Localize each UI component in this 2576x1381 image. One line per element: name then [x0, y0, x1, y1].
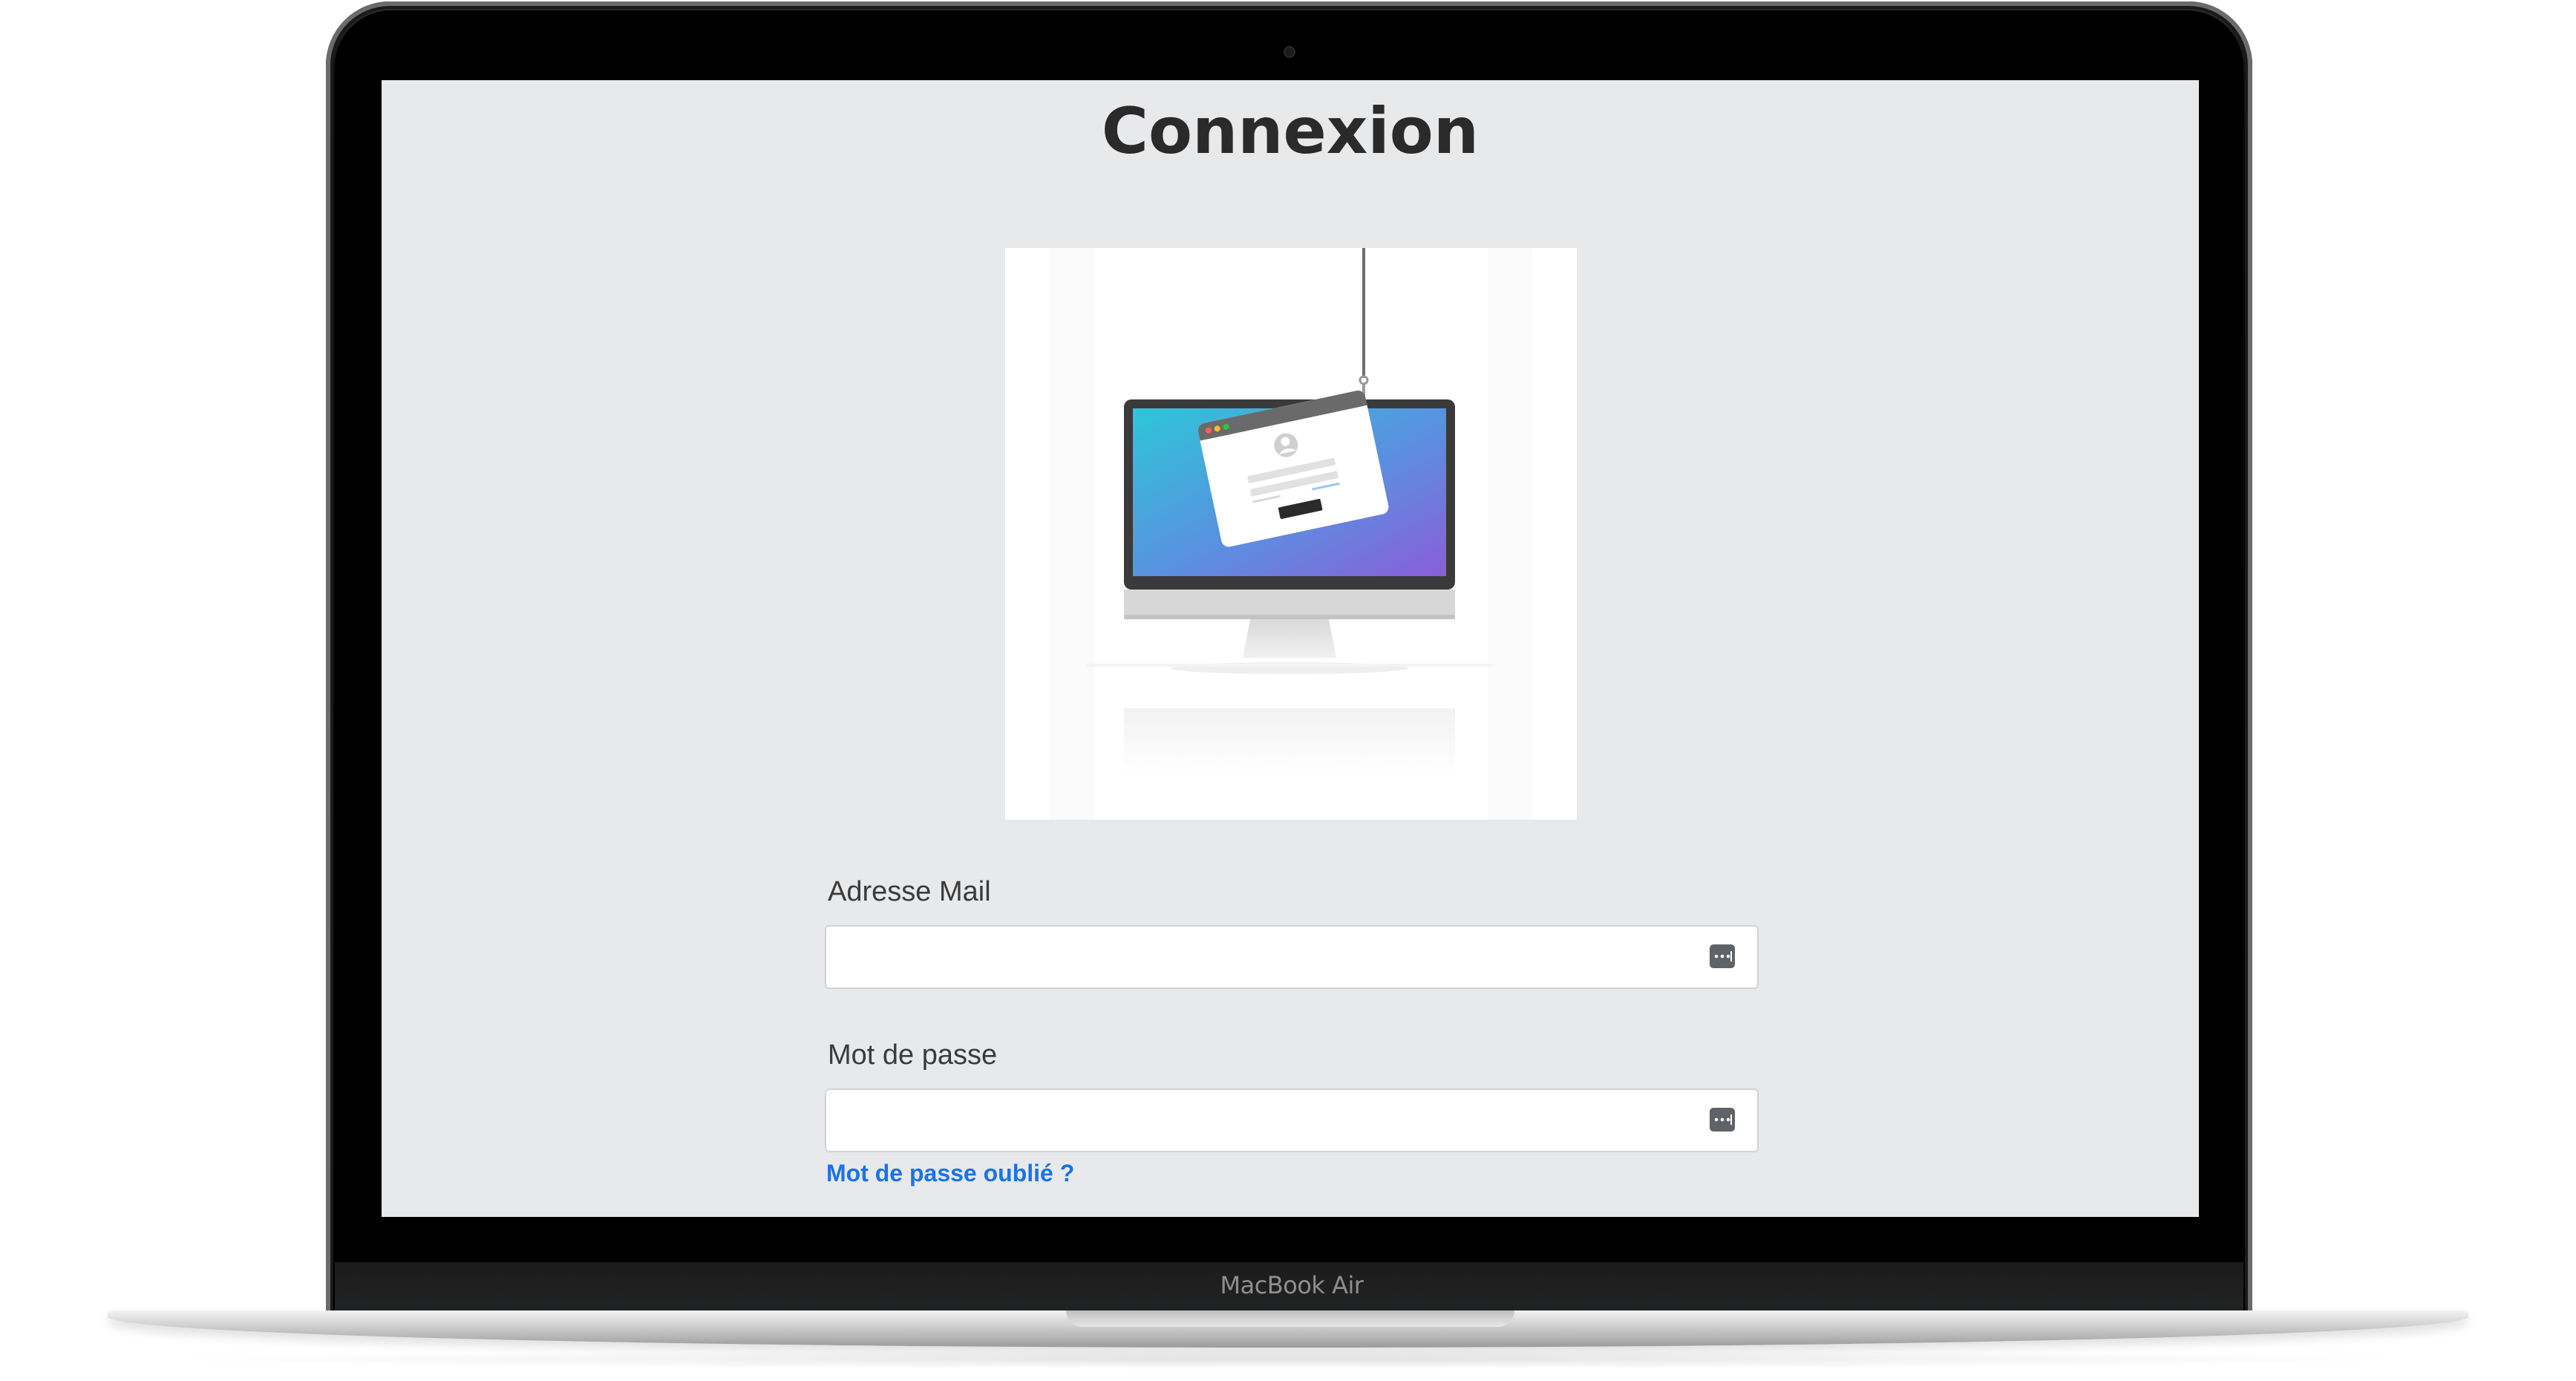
device-mockup: Connexion SIGN IN Adresse Mail Mot de pa…	[0, 0, 2576, 1381]
key-icon-dots	[1713, 954, 1731, 959]
email-field-wrapper	[825, 925, 1759, 989]
password-label: Mot de passe	[828, 1039, 998, 1071]
key-icon-dots	[1713, 1117, 1731, 1122]
email-label: Adresse Mail	[828, 876, 991, 907]
password-field[interactable]	[826, 1090, 1716, 1151]
password-field-wrapper	[825, 1088, 1759, 1152]
webcam-icon	[1285, 48, 1294, 56]
laptop-shadow	[148, 1350, 2428, 1369]
key-icon-bar	[1730, 1114, 1732, 1125]
page-title: Connexion	[1101, 94, 1480, 169]
laptop-base-notch	[1066, 1310, 1514, 1327]
device-brand-label: MacBook Air	[1220, 1271, 1364, 1299]
email-field[interactable]	[826, 927, 1716, 987]
login-form: Adresse Mail Mot de passe Mot de passe o…	[825, 873, 1760, 1187]
key-icon-bar	[1730, 951, 1732, 962]
password-manager-key-icon[interactable]	[1710, 944, 1735, 968]
forgot-password-link[interactable]: Mot de passe oublié ?	[826, 1160, 1074, 1187]
phishing-illustration: SIGN IN	[1005, 248, 1577, 820]
password-manager-key-icon[interactable]	[1710, 1108, 1735, 1132]
field-spacer	[825, 989, 1760, 1036]
login-screen: Connexion SIGN IN Adresse Mail Mot de pa…	[382, 80, 2199, 1217]
